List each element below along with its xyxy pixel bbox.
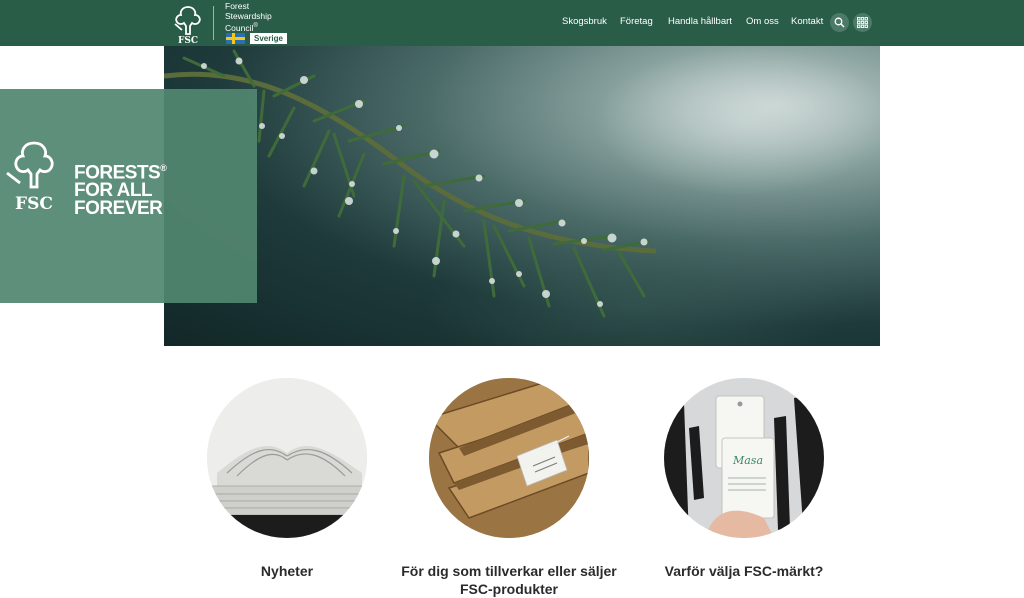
- search-icon: [834, 17, 845, 28]
- nav-skogsbruk[interactable]: Skogsbruk: [562, 16, 607, 27]
- sweden-flag-icon: [226, 33, 245, 44]
- card-image-magazines: [207, 378, 367, 538]
- pine-branch-illustration: [164, 49, 657, 318]
- nav-handla-hallbart[interactable]: Handla hållbart: [668, 16, 732, 27]
- card-title[interactable]: Nyheter: [177, 562, 397, 580]
- site-header: FSC Forest Stewardship Council® Sverige …: [0, 0, 1024, 46]
- card-image-clothing-tags: Masa: [664, 378, 824, 538]
- svg-text:Masa: Masa: [732, 454, 763, 467]
- country-badge[interactable]: Sverige: [250, 33, 287, 44]
- nav-om-oss[interactable]: Om oss: [746, 16, 779, 27]
- fsc-tree-logo: FSC: [6, 141, 54, 213]
- tagline-line1: FORESTS®: [74, 162, 167, 184]
- card-nyheter[interactable]: Nyheter: [177, 378, 397, 580]
- card-tillverkar-saljer[interactable]: För dig som tillverkar eller säljer FSC-…: [399, 378, 619, 598]
- hero-image: [164, 46, 880, 346]
- search-button[interactable]: [830, 13, 849, 32]
- hero-tagline-panel: FSC FORESTS® FOR ALL FOREVER: [0, 89, 257, 303]
- apps-menu-button[interactable]: [853, 13, 872, 32]
- svg-text:FSC: FSC: [178, 36, 198, 44]
- org-name-line1: Forest: [225, 1, 250, 11]
- org-name-line3: Council®: [225, 22, 258, 33]
- tagline-line3: FOREVER: [74, 198, 163, 220]
- org-name: Forest Stewardship Council®: [225, 1, 295, 33]
- card-title[interactable]: Varför välja FSC-märkt?: [634, 562, 854, 580]
- card-varfor-fsc-markt[interactable]: Masa Varför välja FSC-märkt?: [634, 378, 854, 580]
- svg-text:FSC: FSC: [15, 194, 53, 213]
- fsc-logo[interactable]: FSC: [170, 4, 206, 44]
- nav-foretag[interactable]: Företag: [620, 16, 653, 27]
- grid-icon: [857, 17, 868, 28]
- card-title[interactable]: För dig som tillverkar eller säljer FSC-…: [399, 562, 619, 598]
- logo-divider: [213, 6, 214, 40]
- hero-tagline: FORESTS® FOR ALL FOREVER: [74, 159, 167, 220]
- nav-kontakt[interactable]: Kontakt: [791, 16, 823, 27]
- org-name-line2: Stewardship: [225, 11, 272, 21]
- card-image-wooden-tray: [429, 378, 589, 538]
